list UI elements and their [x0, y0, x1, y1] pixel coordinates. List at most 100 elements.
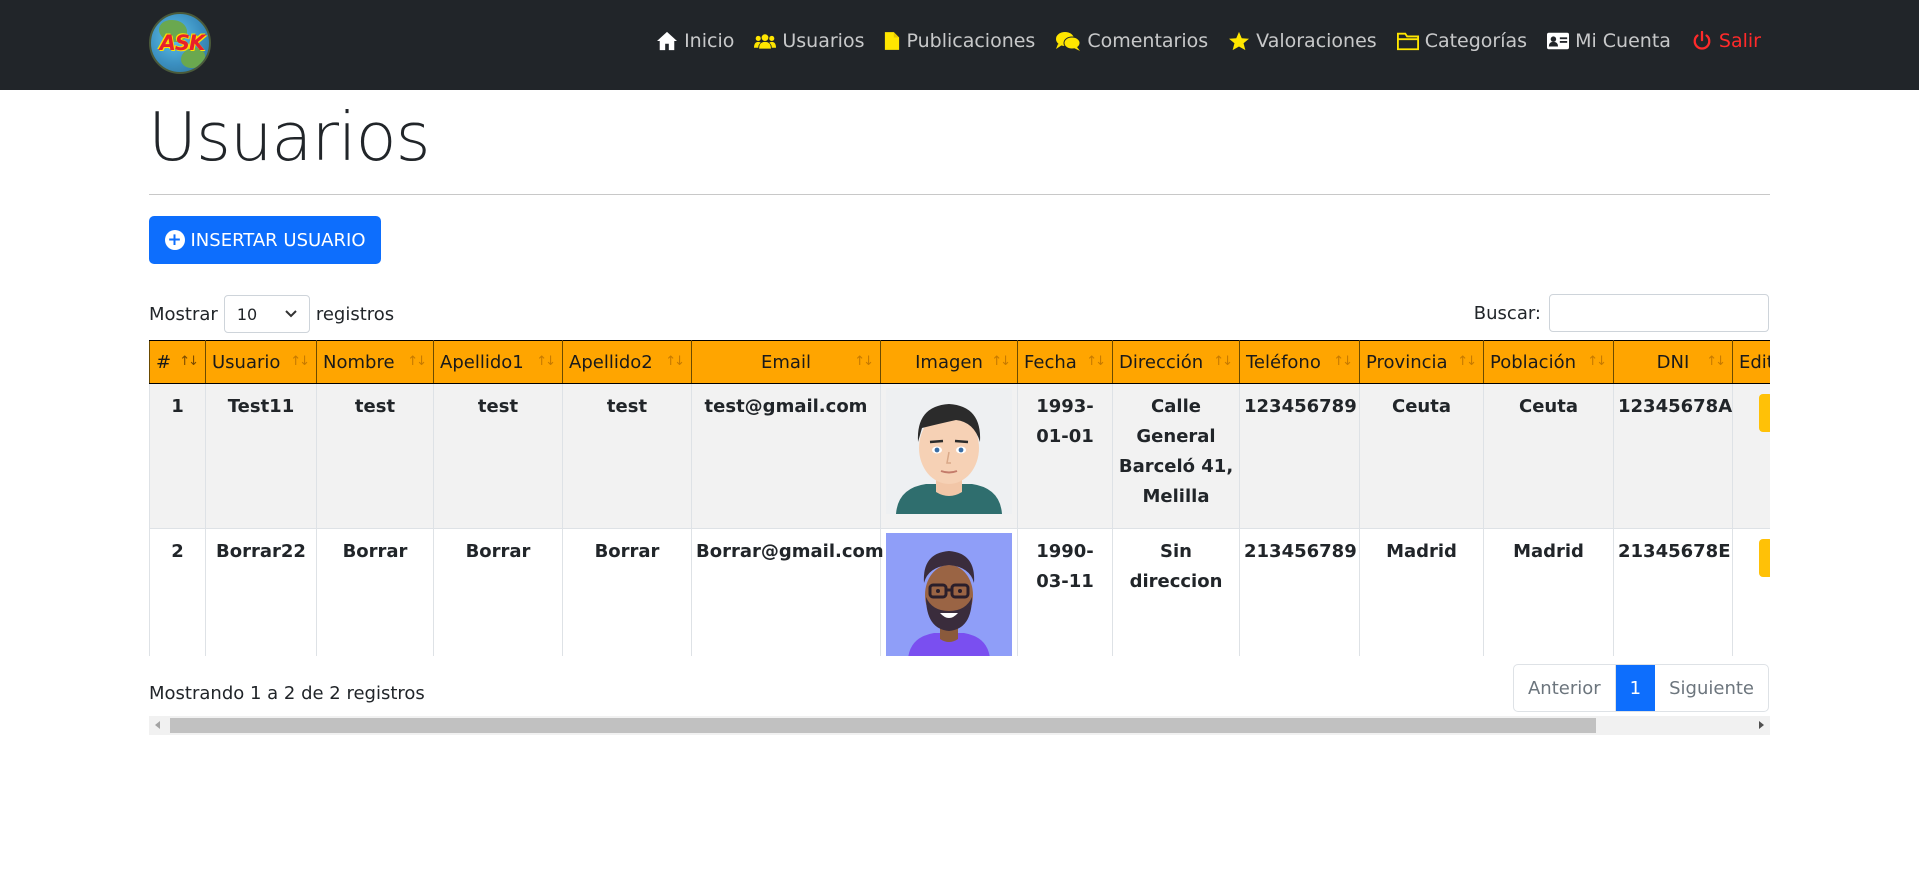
nav-item-comentarios[interactable]: Comentarios — [1055, 30, 1208, 52]
nav-item-valoraciones[interactable]: Valoraciones — [1228, 30, 1377, 52]
cell-imagen — [880, 383, 1018, 529]
cell-provincia: Madrid — [1359, 528, 1484, 656]
scroll-left-icon[interactable] — [155, 721, 160, 729]
insert-user-button[interactable]: + INSERTAR USUARIO — [149, 216, 381, 264]
cell-id: 2 — [149, 528, 206, 656]
sort-icon: ↑↓ — [407, 354, 427, 369]
cell-poblacion: Madrid — [1483, 528, 1614, 656]
nav-label: Publicaciones — [906, 30, 1036, 52]
cell-fecha: 1993-01-01 — [1017, 383, 1113, 529]
nav-label: Comentarios — [1087, 30, 1209, 52]
nav-item-mi-cuenta[interactable]: Mi Cuenta — [1547, 30, 1671, 52]
sort-icon: ↑↓ — [290, 354, 310, 369]
col-header-direccion[interactable]: Dirección ↑↓ — [1112, 340, 1240, 384]
logo[interactable]: ASK — [149, 12, 211, 74]
cell-editar — [1732, 528, 1770, 656]
col-header-usuario[interactable]: Usuario ↑↓ — [205, 340, 317, 384]
users-table: # ↑↓ Usuario ↑↓ Nombre ↑↓ Apellido1 ↑↓ Apell… — [149, 340, 1770, 656]
cell-telefono: 123456789 — [1239, 383, 1360, 529]
scrollbar-thumb[interactable] — [170, 718, 1596, 733]
length-value: 10 — [236, 304, 258, 324]
col-header-nombre[interactable]: Nombre ↑↓ — [316, 340, 434, 384]
table-info: Mostrando 1 a 2 de 2 registros — [149, 683, 425, 704]
file-icon — [885, 32, 900, 50]
col-header-apellido1[interactable]: Apellido1 ↑↓ — [433, 340, 563, 384]
nav-label: Salir — [1718, 30, 1761, 52]
col-header-fecha[interactable]: Fecha ↑↓ — [1017, 340, 1113, 384]
nav-label: Usuarios — [782, 30, 865, 52]
col-header-telefono[interactable]: Teléfono ↑↓ — [1239, 340, 1360, 384]
cell-usuario: Test11 — [205, 383, 317, 529]
edit-button[interactable] — [1759, 394, 1770, 432]
prev-page-button[interactable]: Anterior — [1514, 665, 1616, 711]
pagination: Anterior 1 Siguiente — [1512, 664, 1769, 712]
search-input[interactable] — [1549, 294, 1769, 332]
cell-nombre: test — [316, 383, 434, 529]
nav-item-usuarios[interactable]: Usuarios — [754, 30, 864, 52]
table-row: 1 Test11 test test test test@gmail.com 1… — [149, 383, 1770, 529]
cell-telefono: 213456789 — [1239, 528, 1360, 656]
col-header-apellido2[interactable]: Apellido2 ↑↓ — [562, 340, 692, 384]
col-header-imagen[interactable]: Imagen ↑↓ — [880, 340, 1018, 384]
nav-menu: Inicio Usuarios Publicaciones Comentario… — [656, 30, 1761, 52]
cell-apellido1: test — [433, 383, 563, 529]
cell-usuario: Borrar22 — [205, 528, 317, 656]
sort-icon: ↑↓ — [665, 354, 685, 369]
cell-poblacion: Ceuta — [1483, 383, 1614, 529]
cell-editar — [1732, 383, 1770, 529]
nav-label: Inicio — [684, 30, 735, 52]
cell-fecha: 1990-03-11 — [1017, 528, 1113, 656]
col-header-email[interactable]: Email ↑↓ — [691, 340, 881, 384]
cell-email: Borrar@gmail.com — [691, 528, 884, 656]
sort-icon: ↑↓ — [1213, 354, 1233, 369]
table-row: 2 Borrar22 Borrar Borrar Borrar Borrar@g… — [149, 528, 1770, 656]
sort-asc-icon: ↑↓ — [179, 354, 199, 369]
next-page-button[interactable]: Siguiente — [1655, 665, 1768, 711]
length-select[interactable]: 10 — [223, 295, 310, 333]
nav-item-categorias[interactable]: Categorías — [1396, 30, 1527, 52]
cell-apellido2: Borrar — [562, 528, 692, 656]
page-title: Usuarios — [148, 98, 431, 176]
chevron-down-icon — [285, 310, 297, 318]
nav-item-publicaciones[interactable]: Publicaciones — [884, 30, 1035, 52]
col-header-dni[interactable]: DNI ↑↓ — [1613, 340, 1733, 384]
nav-item-inicio[interactable]: Inicio — [656, 30, 734, 52]
id-card-icon — [1547, 32, 1570, 50]
cell-nombre: Borrar — [316, 528, 434, 656]
col-header-id[interactable]: # ↑↓ — [149, 340, 206, 384]
length-control: Mostrar 10 registros — [149, 295, 394, 333]
cell-imagen — [880, 528, 1018, 656]
divider — [149, 194, 1770, 195]
col-header-editar[interactable]: Editar — [1732, 340, 1770, 384]
cell-dni: 21345678E — [1613, 528, 1733, 656]
sort-icon: ↑↓ — [1086, 354, 1106, 369]
records-label: registros — [315, 303, 395, 325]
cell-email: test@gmail.com — [691, 383, 881, 529]
cell-id: 1 — [149, 383, 206, 529]
edit-button[interactable] — [1759, 539, 1770, 577]
avatar-bearded-icon — [886, 533, 1012, 656]
insert-user-label: INSERTAR USUARIO — [190, 229, 366, 251]
cell-provincia: Ceuta — [1359, 383, 1484, 529]
col-header-poblacion[interactable]: Población ↑↓ — [1483, 340, 1614, 384]
sort-icon: ↑↓ — [536, 354, 556, 369]
sort-icon: ↑↓ — [991, 354, 1011, 369]
avatar-man-icon — [886, 388, 1012, 514]
horizontal-scrollbar[interactable] — [149, 716, 1770, 735]
sort-icon: ↑↓ — [1333, 354, 1353, 369]
navbar: ASK Inicio Usuarios Publicaciones Coment… — [0, 0, 1919, 90]
table-header-row: # ↑↓ Usuario ↑↓ Nombre ↑↓ Apellido1 ↑↓ Apell… — [149, 340, 1770, 384]
users-icon — [754, 34, 777, 49]
star-icon — [1229, 31, 1250, 51]
page-1-button[interactable]: 1 — [1615, 665, 1656, 711]
search-control: Buscar: — [1474, 294, 1769, 332]
search-label: Buscar: — [1473, 302, 1541, 324]
logo-text: ASK — [159, 31, 206, 55]
sort-icon: ↑↓ — [1706, 354, 1726, 369]
col-header-provincia[interactable]: Provincia ↑↓ — [1359, 340, 1484, 384]
cell-apellido1: Borrar — [433, 528, 563, 656]
cell-apellido2: test — [562, 383, 692, 529]
power-icon — [1693, 31, 1711, 50]
nav-item-salir[interactable]: Salir — [1691, 30, 1761, 52]
scroll-right-icon[interactable] — [1759, 721, 1764, 729]
